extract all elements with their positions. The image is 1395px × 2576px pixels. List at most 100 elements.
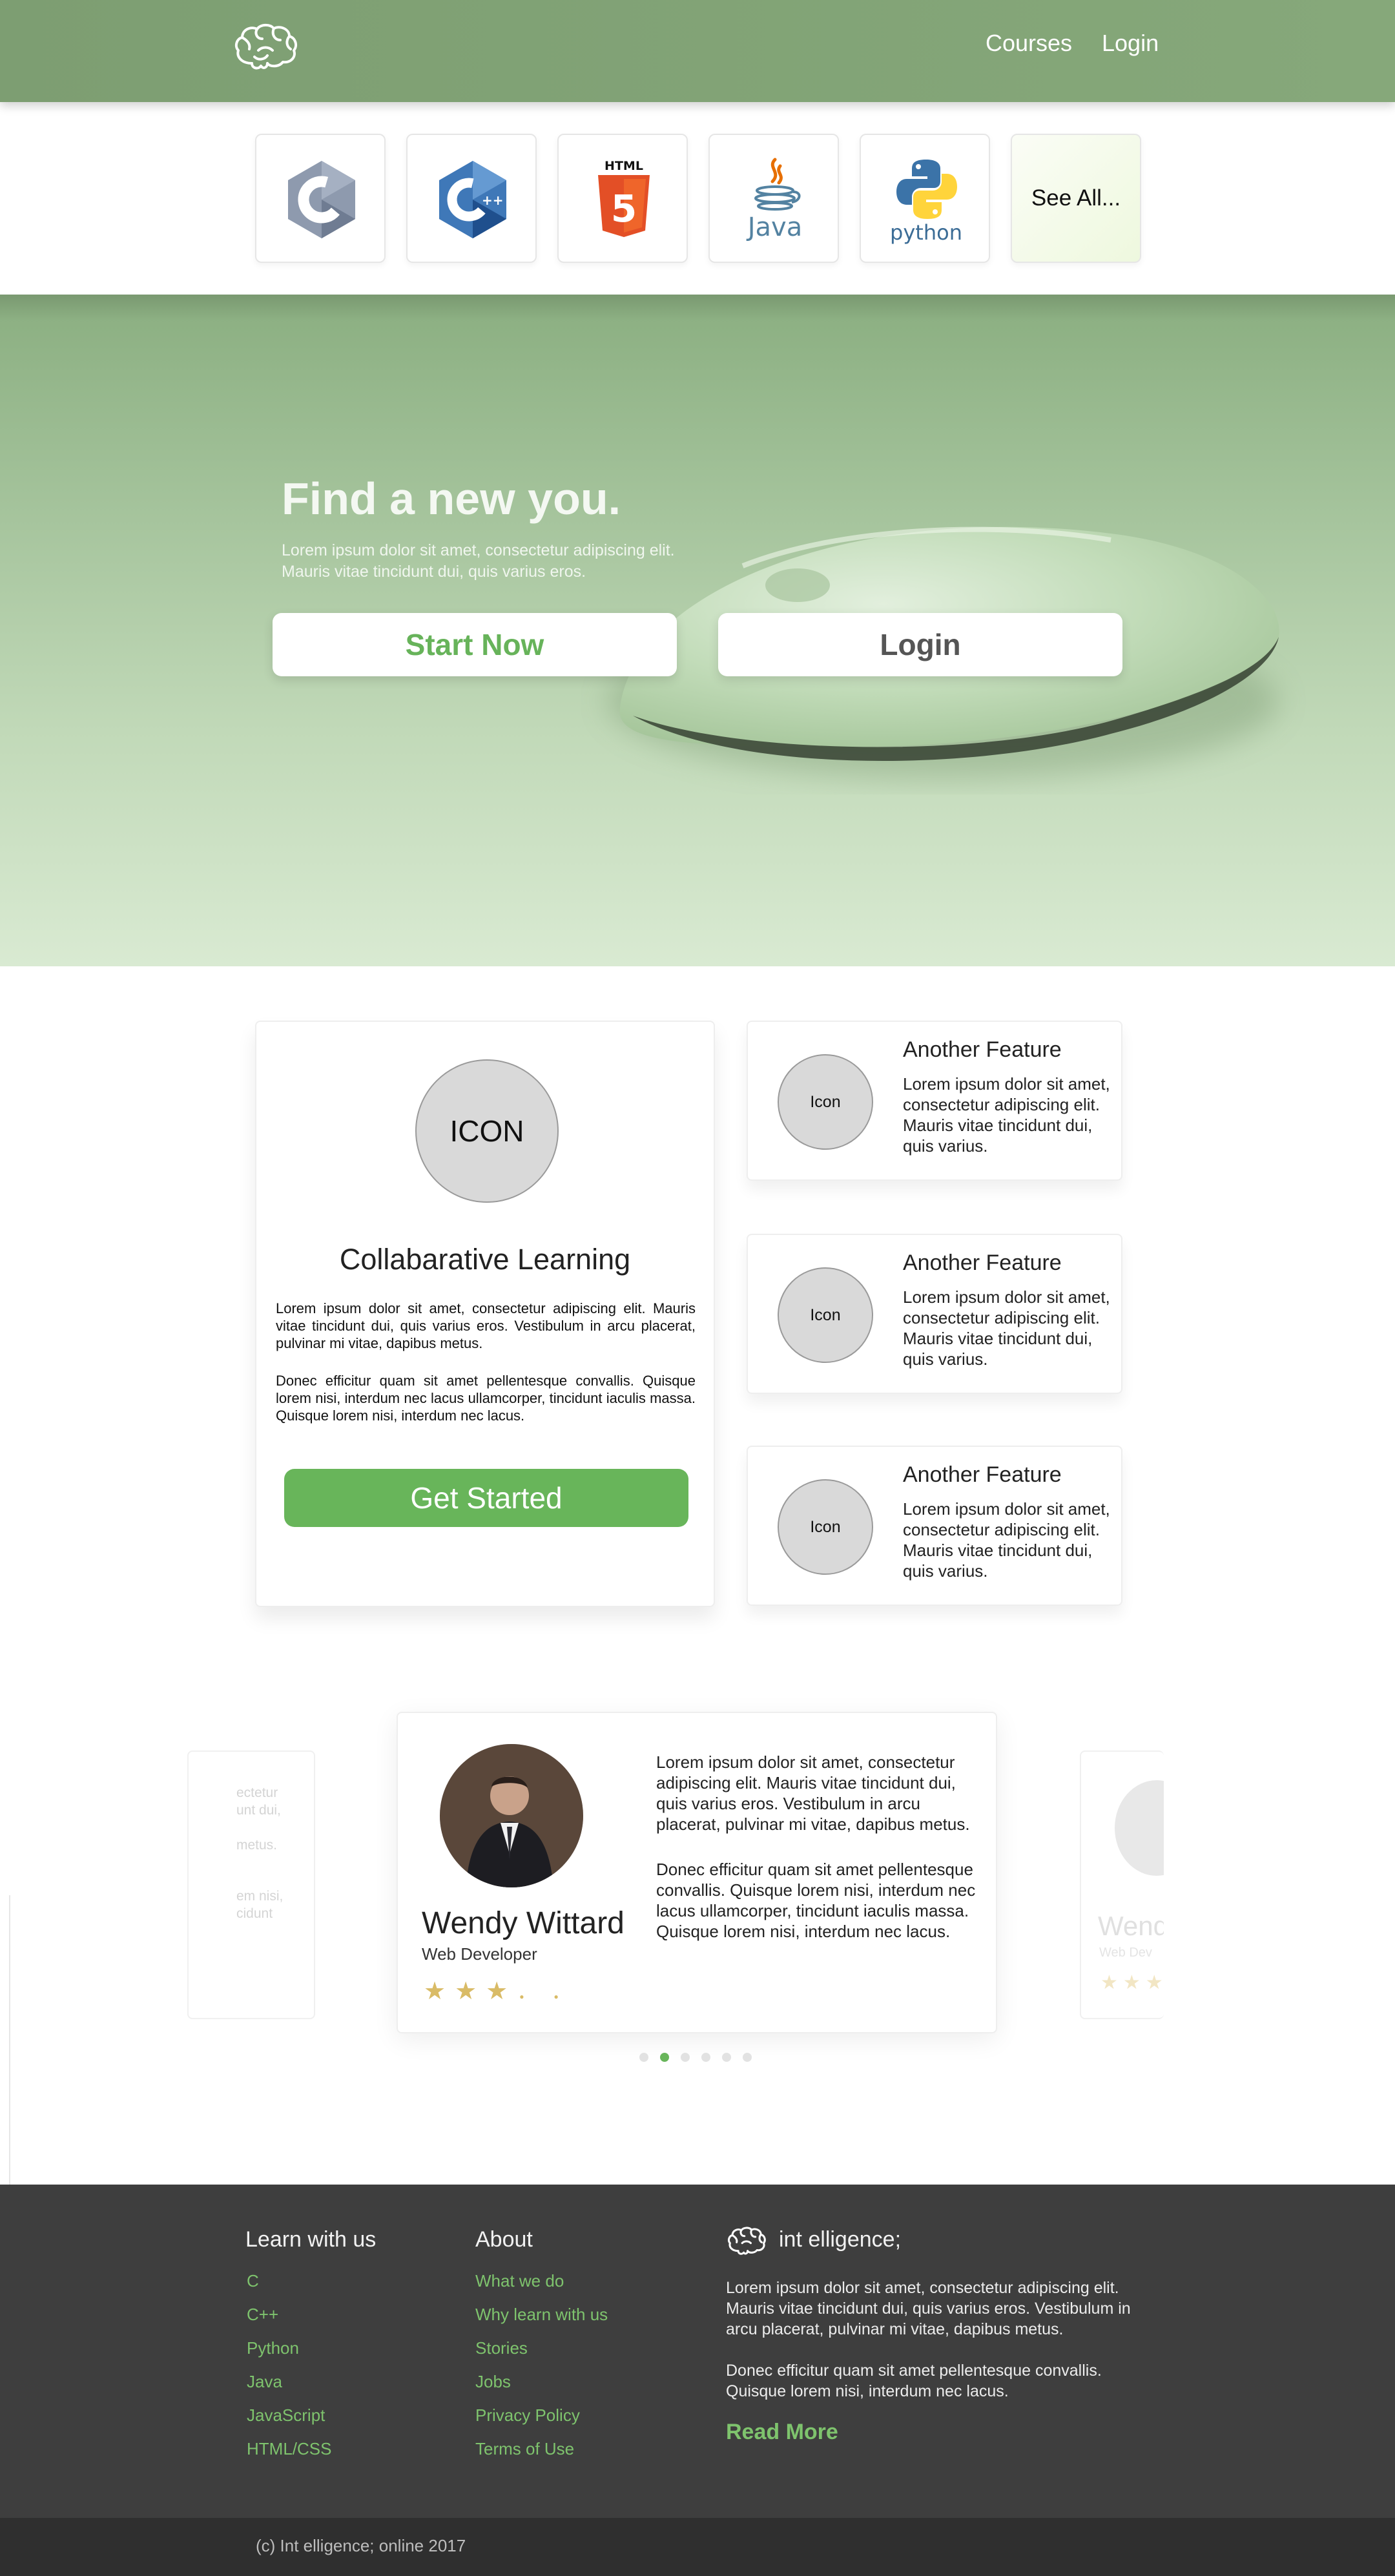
hero-section: Find a new you. Lorem ipsum dolor sit am… bbox=[0, 295, 1395, 966]
feature-title: Collabarative Learning bbox=[339, 1243, 631, 1276]
next-testimonial-avatar bbox=[1115, 1780, 1164, 1876]
site-header: Courses Login bbox=[0, 0, 1395, 102]
testimonial-card-next[interactable]: Wend Web Dev ★★★ bbox=[1080, 1750, 1164, 2019]
next-testimonial-stars: ★★★ bbox=[1100, 1972, 1164, 1993]
brain-logo-icon bbox=[727, 2227, 766, 2255]
footer-brand-paragraph-2: Donec efficitur quam sit amet pellentesq… bbox=[726, 2362, 1102, 2400]
html5-icon: HTML 5 bbox=[598, 159, 650, 237]
language-card-python[interactable]: python bbox=[860, 134, 990, 263]
read-more-link[interactable]: Read More bbox=[726, 2420, 838, 2445]
footer-link-why-learn[interactable]: Why learn with us bbox=[475, 2305, 608, 2338]
feature-icon-placeholder: ICON bbox=[415, 1059, 559, 1203]
feature-card-side: Icon Another Feature Lorem ipsum dolor s… bbox=[747, 1021, 1122, 1181]
feature-card-main: ICON Collabarative Learning Lorem ipsum … bbox=[255, 1021, 715, 1607]
footer-link-c[interactable]: C bbox=[247, 2271, 331, 2305]
next-testimonial-role: Web Dev bbox=[1099, 1946, 1152, 1960]
side-feature-icon-label: Icon bbox=[810, 1305, 841, 1324]
computer-mouse-image bbox=[607, 526, 1279, 779]
testimonial-rating: ★ ★ ★ ● ● bbox=[424, 1977, 586, 2006]
star-filled-icon: ★ bbox=[424, 1978, 446, 2005]
star-filled-icon: ★ bbox=[455, 1978, 477, 2005]
get-started-button[interactable]: Get Started bbox=[284, 1469, 688, 1527]
feature-card-side: Icon Another Feature Lorem ipsum dolor s… bbox=[747, 1446, 1122, 1606]
copyright-bar: (c) Int elligence; online 2017 bbox=[0, 2518, 1395, 2576]
side-feature-text: Lorem ipsum dolor sit amet, consectetur … bbox=[903, 1499, 1110, 1581]
nav-login-link[interactable]: Login bbox=[1102, 30, 1159, 57]
footer-link-terms[interactable]: Terms of Use bbox=[475, 2439, 608, 2473]
brain-logo-icon[interactable] bbox=[232, 22, 301, 71]
cpp-language-icon: ++ bbox=[439, 161, 506, 238]
hero-title: Find a new you. bbox=[282, 473, 621, 524]
previous-testimonial-text: ectetur unt dui, metus. bbox=[236, 1785, 281, 1853]
hero-subtitle: Lorem ipsum dolor sit amet, consectetur … bbox=[282, 541, 675, 581]
language-card-c[interactable] bbox=[255, 134, 386, 263]
footer-link-html-css[interactable]: HTML/CSS bbox=[247, 2439, 331, 2473]
footer-link-python[interactable]: Python bbox=[247, 2338, 331, 2372]
side-feature-icon-placeholder: Icon bbox=[778, 1267, 873, 1363]
svg-text:++: ++ bbox=[482, 192, 504, 208]
feature-card-side: Icon Another Feature Lorem ipsum dolor s… bbox=[747, 1234, 1122, 1394]
previous-testimonial-text: em nisi, cidunt bbox=[236, 1889, 284, 1921]
see-all-label: See All... bbox=[1031, 185, 1121, 211]
html-number: 5 bbox=[611, 187, 637, 231]
carousel-dot[interactable] bbox=[743, 2053, 752, 2062]
footer-link-cpp[interactable]: C++ bbox=[247, 2305, 331, 2338]
side-feature-icon-label: Icon bbox=[810, 1092, 841, 1111]
footer-link-privacy[interactable]: Privacy Policy bbox=[475, 2405, 608, 2439]
footer-link-stories[interactable]: Stories bbox=[475, 2338, 608, 2372]
python-icon: python bbox=[890, 160, 962, 245]
start-now-button[interactable]: Start Now bbox=[273, 613, 677, 676]
carousel-dot-active[interactable] bbox=[660, 2053, 669, 2062]
side-feature-icon-label: Icon bbox=[810, 1517, 841, 1536]
carousel-dot[interactable] bbox=[722, 2053, 731, 2062]
language-strip: ++ HTML 5 Java python See All... bbox=[0, 102, 1395, 296]
left-edge-divider bbox=[9, 1895, 10, 2186]
footer-about-links: What we do Why learn with us Stories Job… bbox=[475, 2271, 608, 2473]
footer-link-javascript[interactable]: JavaScript bbox=[247, 2405, 331, 2439]
python-label: python bbox=[890, 220, 962, 245]
hero-login-button[interactable]: Login bbox=[718, 613, 1122, 676]
language-card-html[interactable]: HTML 5 bbox=[557, 134, 688, 263]
side-feature-icon-placeholder: Icon bbox=[778, 1479, 873, 1575]
carousel-dot[interactable] bbox=[681, 2053, 690, 2062]
footer-learn-links: C C++ Python Java JavaScript HTML/CSS bbox=[247, 2271, 331, 2473]
language-card-cpp[interactable]: ++ bbox=[406, 134, 537, 263]
testimonial-paragraph-1: Lorem ipsum dolor sit amet, consectetur … bbox=[656, 1752, 970, 1834]
carousel-dots bbox=[639, 2053, 763, 2065]
testimonial-card-active: Wendy Wittard Web Developer ★ ★ ★ ● ● Lorem … bbox=[397, 1712, 997, 2033]
side-feature-text: Lorem ipsum dolor sit amet, consectetur … bbox=[903, 1287, 1110, 1369]
side-feature-icon-placeholder: Icon bbox=[778, 1054, 873, 1150]
footer-link-java[interactable]: Java bbox=[247, 2372, 331, 2405]
language-card-java[interactable]: Java bbox=[708, 134, 839, 263]
nav-courses-link[interactable]: Courses bbox=[986, 30, 1072, 57]
carousel-dot[interactable] bbox=[701, 2053, 710, 2062]
footer-link-what-we-do[interactable]: What we do bbox=[475, 2271, 608, 2305]
feature-icon-label: ICON bbox=[450, 1114, 524, 1148]
next-testimonial-name: Wend bbox=[1098, 1911, 1164, 1941]
copyright-text: (c) Int elligence; online 2017 bbox=[256, 2536, 466, 2555]
testimonial-name: Wendy Wittard bbox=[422, 1906, 625, 1940]
star-empty-icon: ● bbox=[519, 1991, 524, 2001]
side-feature-title: Another Feature bbox=[903, 1037, 1062, 1062]
testimonial-paragraph-2: Donec efficitur quam sit amet pellentesq… bbox=[656, 1860, 976, 1941]
testimonial-role: Web Developer bbox=[422, 1944, 537, 1964]
java-icon: Java bbox=[746, 158, 802, 242]
side-feature-title: Another Feature bbox=[903, 1462, 1062, 1487]
side-feature-text: Lorem ipsum dolor sit amet, consectetur … bbox=[903, 1074, 1110, 1156]
testimonial-card-previous[interactable]: ectetur unt dui, metus. em nisi, cidunt bbox=[187, 1750, 315, 2019]
footer-brand-paragraph-1: Lorem ipsum dolor sit amet, consectetur … bbox=[726, 2279, 1131, 2338]
html-label: HTML bbox=[604, 159, 643, 173]
feature-paragraph-2: Donec efficitur quam sit amet pellentesq… bbox=[276, 1373, 696, 1424]
footer-brand-name: int elligence; bbox=[779, 2227, 902, 2252]
site-footer: Learn with us C C++ Python Java JavaScri… bbox=[0, 2185, 1395, 2518]
star-empty-icon: ● bbox=[553, 1991, 559, 2001]
carousel-dot[interactable] bbox=[639, 2053, 648, 2062]
hero-top-shadow bbox=[0, 295, 1395, 320]
star-filled-icon: ★ bbox=[486, 1978, 508, 2005]
footer-about-heading: About bbox=[475, 2227, 533, 2252]
side-feature-title: Another Feature bbox=[903, 1251, 1062, 1275]
footer-link-jobs[interactable]: Jobs bbox=[475, 2372, 608, 2405]
see-all-languages-button[interactable]: See All... bbox=[1011, 134, 1141, 263]
footer-learn-heading: Learn with us bbox=[245, 2227, 377, 2252]
c-language-icon bbox=[288, 161, 355, 238]
